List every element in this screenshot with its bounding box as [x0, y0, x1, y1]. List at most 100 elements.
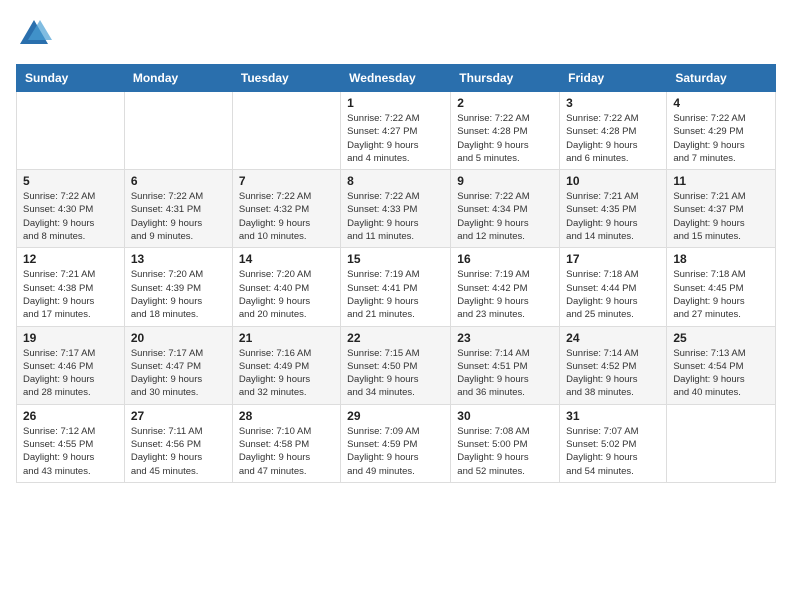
- day-number: 7: [239, 174, 334, 188]
- calendar-header-saturday: Saturday: [667, 65, 776, 92]
- calendar-week-row: 1 Sunrise: 7:22 AM Sunset: 4:27 PM Daylig…: [17, 92, 776, 170]
- calendar-cell: 15 Sunrise: 7:19 AM Sunset: 4:41 PM Dayli…: [341, 248, 451, 326]
- day-info: Sunrise: 7:21 AM Sunset: 4:38 PM Dayligh…: [23, 268, 118, 321]
- calendar-cell: 4Sunrise: 7:22 AM Sunset: 4:29 PM Daylig…: [667, 92, 776, 170]
- calendar-cell: 3 Sunrise: 7:22 AM Sunset: 4:28 PM Daylig…: [560, 92, 667, 170]
- day-number: 5: [23, 174, 118, 188]
- calendar-cell: 10 Sunrise: 7:21 AM Sunset: 4:35 PM Dayli…: [560, 170, 667, 248]
- day-info: Sunrise: 7:22 AM Sunset: 4:31 PM Dayligh…: [131, 190, 226, 243]
- calendar-header-friday: Friday: [560, 65, 667, 92]
- day-info: Sunrise: 7:12 AM Sunset: 4:55 PM Dayligh…: [23, 425, 118, 478]
- day-info: Sunrise: 7:21 AM Sunset: 4:37 PM Dayligh…: [673, 190, 769, 243]
- day-number: 10: [566, 174, 660, 188]
- day-number: 29: [347, 409, 444, 423]
- calendar-cell: 16 Sunrise: 7:19 AM Sunset: 4:42 PM Dayli…: [451, 248, 560, 326]
- calendar-cell: 9 Sunrise: 7:22 AM Sunset: 4:34 PM Daylig…: [451, 170, 560, 248]
- day-number: 27: [131, 409, 226, 423]
- day-number: 1: [347, 96, 444, 110]
- day-number: 9: [457, 174, 553, 188]
- calendar-cell: 18 Sunrise: 7:18 AM Sunset: 4:45 PM Dayli…: [667, 248, 776, 326]
- day-info: Sunrise: 7:14 AM Sunset: 4:52 PM Dayligh…: [566, 347, 660, 400]
- day-info: Sunrise: 7:22 AM Sunset: 4:28 PM Dayligh…: [566, 112, 660, 165]
- day-number: 2: [457, 96, 553, 110]
- day-info: Sunrise: 7:18 AM Sunset: 4:44 PM Dayligh…: [566, 268, 660, 321]
- calendar-cell: [232, 92, 340, 170]
- calendar-table: SundayMondayTuesdayWednesdayThursdayFrid…: [16, 64, 776, 483]
- day-number: 13: [131, 252, 226, 266]
- calendar-cell: 29Sunrise: 7:09 AM Sunset: 4:59 PM Dayli…: [341, 404, 451, 482]
- calendar-cell: 24Sunrise: 7:14 AM Sunset: 4:52 PM Dayli…: [560, 326, 667, 404]
- day-number: 16: [457, 252, 553, 266]
- day-info: Sunrise: 7:07 AM Sunset: 5:02 PM Dayligh…: [566, 425, 660, 478]
- calendar-week-row: 5 Sunrise: 7:22 AM Sunset: 4:30 PM Daylig…: [17, 170, 776, 248]
- calendar-cell: 5 Sunrise: 7:22 AM Sunset: 4:30 PM Daylig…: [17, 170, 125, 248]
- day-number: 15: [347, 252, 444, 266]
- day-info: Sunrise: 7:22 AM Sunset: 4:33 PM Dayligh…: [347, 190, 444, 243]
- calendar-week-row: 12 Sunrise: 7:21 AM Sunset: 4:38 PM Dayli…: [17, 248, 776, 326]
- calendar-cell: [667, 404, 776, 482]
- day-number: 14: [239, 252, 334, 266]
- day-info: Sunrise: 7:17 AM Sunset: 4:47 PM Dayligh…: [131, 347, 226, 400]
- calendar-header-monday: Monday: [124, 65, 232, 92]
- calendar-cell: 31 Sunrise: 7:07 AM Sunset: 5:02 PM Dayli…: [560, 404, 667, 482]
- day-number: 12: [23, 252, 118, 266]
- day-info: Sunrise: 7:19 AM Sunset: 4:42 PM Dayligh…: [457, 268, 553, 321]
- calendar-cell: 21 Sunrise: 7:16 AM Sunset: 4:49 PM Dayli…: [232, 326, 340, 404]
- calendar-header-thursday: Thursday: [451, 65, 560, 92]
- day-info: Sunrise: 7:08 AM Sunset: 5:00 PM Dayligh…: [457, 425, 553, 478]
- calendar-header-sunday: Sunday: [17, 65, 125, 92]
- day-number: 3: [566, 96, 660, 110]
- day-number: 25: [673, 331, 769, 345]
- day-number: 11: [673, 174, 769, 188]
- day-info: Sunrise: 7:22 AM Sunset: 4:28 PM Dayligh…: [457, 112, 553, 165]
- day-info: Sunrise: 7:22 AM Sunset: 4:32 PM Dayligh…: [239, 190, 334, 243]
- day-number: 31: [566, 409, 660, 423]
- calendar-cell: 28 Sunrise: 7:10 AM Sunset: 4:58 PM Dayli…: [232, 404, 340, 482]
- day-info: Sunrise: 7:22 AM Sunset: 4:27 PM Dayligh…: [347, 112, 444, 165]
- calendar-cell: 19Sunrise: 7:17 AM Sunset: 4:46 PM Dayli…: [17, 326, 125, 404]
- day-number: 17: [566, 252, 660, 266]
- day-info: Sunrise: 7:22 AM Sunset: 4:29 PM Dayligh…: [673, 112, 769, 165]
- calendar-cell: [17, 92, 125, 170]
- day-number: 18: [673, 252, 769, 266]
- day-info: Sunrise: 7:16 AM Sunset: 4:49 PM Dayligh…: [239, 347, 334, 400]
- calendar-cell: 25 Sunrise: 7:13 AM Sunset: 4:54 PM Dayli…: [667, 326, 776, 404]
- page-header: [16, 16, 776, 52]
- calendar-cell: 7 Sunrise: 7:22 AM Sunset: 4:32 PM Daylig…: [232, 170, 340, 248]
- calendar-week-row: 19Sunrise: 7:17 AM Sunset: 4:46 PM Dayli…: [17, 326, 776, 404]
- day-number: 21: [239, 331, 334, 345]
- logo-icon: [16, 16, 52, 52]
- day-info: Sunrise: 7:13 AM Sunset: 4:54 PM Dayligh…: [673, 347, 769, 400]
- day-info: Sunrise: 7:19 AM Sunset: 4:41 PM Dayligh…: [347, 268, 444, 321]
- calendar-cell: 23 Sunrise: 7:14 AM Sunset: 4:51 PM Dayli…: [451, 326, 560, 404]
- day-number: 20: [131, 331, 226, 345]
- calendar-cell: 20 Sunrise: 7:17 AM Sunset: 4:47 PM Dayli…: [124, 326, 232, 404]
- calendar-week-row: 26 Sunrise: 7:12 AM Sunset: 4:55 PM Dayli…: [17, 404, 776, 482]
- day-number: 22: [347, 331, 444, 345]
- calendar-cell: 2 Sunrise: 7:22 AM Sunset: 4:28 PM Daylig…: [451, 92, 560, 170]
- calendar-header-wednesday: Wednesday: [341, 65, 451, 92]
- calendar-header-tuesday: Tuesday: [232, 65, 340, 92]
- calendar-cell: 17 Sunrise: 7:18 AM Sunset: 4:44 PM Dayli…: [560, 248, 667, 326]
- day-info: Sunrise: 7:10 AM Sunset: 4:58 PM Dayligh…: [239, 425, 334, 478]
- day-number: 6: [131, 174, 226, 188]
- day-number: 23: [457, 331, 553, 345]
- calendar-cell: 13 Sunrise: 7:20 AM Sunset: 4:39 PM Dayli…: [124, 248, 232, 326]
- day-info: Sunrise: 7:22 AM Sunset: 4:30 PM Dayligh…: [23, 190, 118, 243]
- day-info: Sunrise: 7:21 AM Sunset: 4:35 PM Dayligh…: [566, 190, 660, 243]
- day-number: 28: [239, 409, 334, 423]
- calendar-cell: 27 Sunrise: 7:11 AM Sunset: 4:56 PM Dayli…: [124, 404, 232, 482]
- day-info: Sunrise: 7:11 AM Sunset: 4:56 PM Dayligh…: [131, 425, 226, 478]
- calendar-cell: 11 Sunrise: 7:21 AM Sunset: 4:37 PM Dayli…: [667, 170, 776, 248]
- day-number: 8: [347, 174, 444, 188]
- calendar-cell: 8 Sunrise: 7:22 AM Sunset: 4:33 PM Daylig…: [341, 170, 451, 248]
- calendar-cell: 14Sunrise: 7:20 AM Sunset: 4:40 PM Dayli…: [232, 248, 340, 326]
- calendar-cell: 30Sunrise: 7:08 AM Sunset: 5:00 PM Dayli…: [451, 404, 560, 482]
- day-info: Sunrise: 7:14 AM Sunset: 4:51 PM Dayligh…: [457, 347, 553, 400]
- day-info: Sunrise: 7:20 AM Sunset: 4:39 PM Dayligh…: [131, 268, 226, 321]
- day-info: Sunrise: 7:18 AM Sunset: 4:45 PM Dayligh…: [673, 268, 769, 321]
- calendar-cell: [124, 92, 232, 170]
- day-number: 26: [23, 409, 118, 423]
- day-info: Sunrise: 7:22 AM Sunset: 4:34 PM Dayligh…: [457, 190, 553, 243]
- calendar-cell: 22Sunrise: 7:15 AM Sunset: 4:50 PM Dayli…: [341, 326, 451, 404]
